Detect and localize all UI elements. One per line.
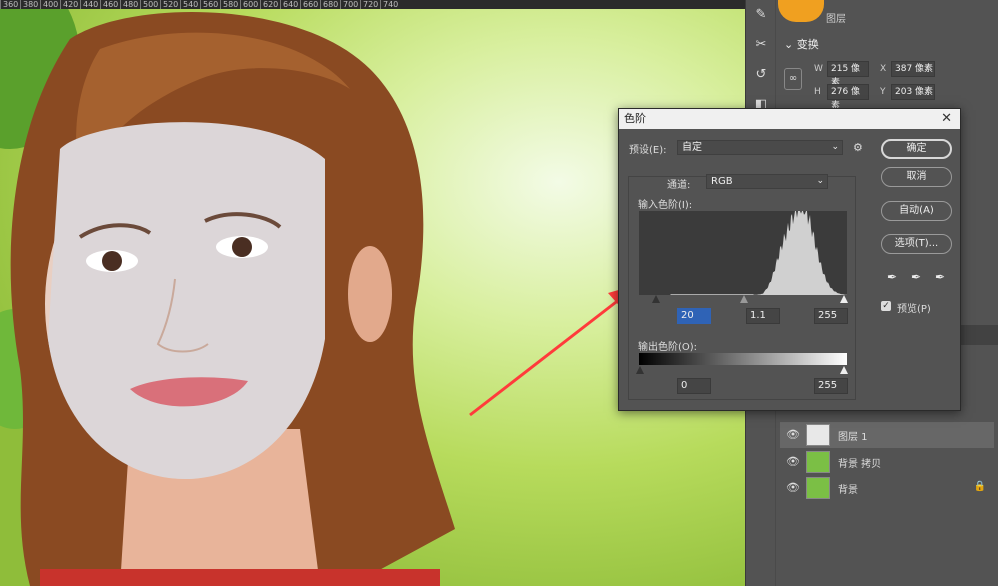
- ruler-tick: 360: [0, 0, 20, 9]
- ruler-tick: 620: [260, 0, 280, 9]
- link-icon[interactable]: ∞: [784, 68, 802, 90]
- ruler-tick: 400: [40, 0, 60, 9]
- brush-tool-icon[interactable]: ✎: [746, 0, 776, 30]
- ruler-tick: 420: [60, 0, 80, 9]
- dialog-title-bar[interactable]: 色阶 ✕: [619, 109, 960, 129]
- levels-group: 通道: RGB ⌄ 输入色阶(I): 20 1.1 255 输出色阶(O): 0…: [628, 174, 856, 400]
- output-black-field[interactable]: 0: [677, 378, 711, 394]
- preview-label: 预览(P): [897, 304, 931, 315]
- ruler-tick: 480: [120, 0, 140, 9]
- input-gamma-slider[interactable]: [740, 295, 748, 303]
- chevron-down-icon: ⌄: [831, 142, 839, 152]
- width-field[interactable]: 215 像素: [827, 61, 869, 88]
- ruler-tick: 580: [220, 0, 240, 9]
- channel-dropdown[interactable]: RGB ⌄: [706, 174, 828, 189]
- layer-name: 背景 拷贝: [838, 459, 882, 470]
- ruler-tick: 700: [340, 0, 360, 9]
- preset-value: 自定: [682, 142, 702, 153]
- layer-thumbnail: [806, 451, 830, 473]
- ruler-tick: 600: [240, 0, 260, 9]
- input-black-slider[interactable]: [652, 295, 660, 303]
- app-logo: [778, 0, 824, 22]
- lock-icon: 🔒: [973, 481, 986, 492]
- cancel-button[interactable]: 取消: [881, 167, 952, 187]
- output-levels-label: 输出色阶(O):: [638, 342, 698, 353]
- ruler-tick: 380: [20, 0, 40, 9]
- h-label: H: [814, 87, 821, 97]
- scissors-icon[interactable]: ✂: [746, 30, 776, 60]
- preset-dropdown[interactable]: 自定 ⌄: [677, 140, 843, 155]
- layer-row[interactable]: 👁 背景 🔒: [780, 475, 994, 501]
- layer-thumbnail: [806, 424, 830, 446]
- ruler-tick: 720: [360, 0, 380, 9]
- x-field[interactable]: 387 像素: [891, 61, 935, 77]
- history-brush-icon[interactable]: ↺: [746, 60, 776, 90]
- output-white-slider[interactable]: [840, 366, 848, 374]
- layer-name: 背景: [838, 485, 858, 496]
- histogram: [639, 211, 847, 295]
- ruler-tick: 640: [280, 0, 300, 9]
- dialog-title: 色阶: [624, 112, 646, 125]
- y-field[interactable]: 203 像素: [891, 84, 935, 100]
- ruler-tick: 520: [160, 0, 180, 9]
- input-white-field[interactable]: 255: [814, 308, 848, 324]
- input-white-slider[interactable]: [840, 295, 848, 303]
- horizontal-ruler: 360 380 400 420 440 460 480 500 520 540 560 580 600 6…: [0, 0, 745, 9]
- output-white-field[interactable]: 255: [814, 378, 848, 394]
- white-eyedropper-icon[interactable]: ✒: [935, 270, 945, 284]
- ruler-tick: 660: [300, 0, 320, 9]
- close-icon[interactable]: ✕: [941, 109, 952, 129]
- section-label: 变换: [796, 38, 819, 51]
- input-gamma-field[interactable]: 1.1: [746, 308, 780, 324]
- panel-tab-label[interactable]: 图层: [826, 10, 846, 25]
- preview-checkbox[interactable]: ✓: [881, 301, 891, 311]
- input-black-field[interactable]: 20: [677, 308, 711, 324]
- layer-row[interactable]: 👁 背景 拷贝: [780, 449, 994, 475]
- output-gradient-bar: [639, 353, 847, 365]
- layer-thumbnail: [806, 477, 830, 499]
- chevron-down-icon: ⌄: [816, 176, 824, 186]
- channel-value: RGB: [711, 176, 733, 187]
- preset-label: 预设(E):: [629, 145, 667, 156]
- w-label: W: [814, 64, 823, 74]
- ruler-tick: 680: [320, 0, 340, 9]
- height-field[interactable]: 276 像素: [827, 84, 869, 111]
- ruler-tick: 440: [80, 0, 100, 9]
- ruler-tick: 560: [200, 0, 220, 9]
- eye-icon[interactable]: 👁: [786, 481, 800, 494]
- y-label: Y: [880, 87, 886, 97]
- options-button[interactable]: 选项(T)...: [881, 234, 952, 254]
- auto-button[interactable]: 自动(A): [881, 201, 952, 221]
- chevron-down-icon: ⌄: [784, 38, 794, 51]
- ruler-tick: 460: [100, 0, 120, 9]
- output-black-slider[interactable]: [636, 366, 644, 374]
- ok-button[interactable]: 确定: [881, 139, 952, 159]
- black-eyedropper-icon[interactable]: ✒: [887, 270, 897, 284]
- transform-section-title[interactable]: ⌄ 变换: [784, 36, 819, 52]
- ruler-tick: 500: [140, 0, 160, 9]
- x-label: X: [880, 64, 887, 74]
- layer-row[interactable]: 👁 图层 1: [780, 422, 994, 448]
- gear-icon[interactable]: ⚙: [853, 141, 863, 154]
- eye-icon[interactable]: 👁: [786, 455, 800, 468]
- gray-eyedropper-icon[interactable]: ✒: [911, 270, 921, 284]
- ruler-tick: 740: [380, 0, 400, 9]
- input-levels-label: 输入色阶(I):: [638, 200, 693, 211]
- levels-dialog: 色阶 ✕ 预设(E): 自定 ⌄ ⚙ 通道: RGB ⌄ 输入色阶(I): 20…: [618, 108, 961, 411]
- ruler-tick: 540: [180, 0, 200, 9]
- channel-label: 通道:: [667, 180, 691, 191]
- eye-icon[interactable]: 👁: [786, 428, 800, 441]
- layer-name: 图层 1: [838, 432, 868, 443]
